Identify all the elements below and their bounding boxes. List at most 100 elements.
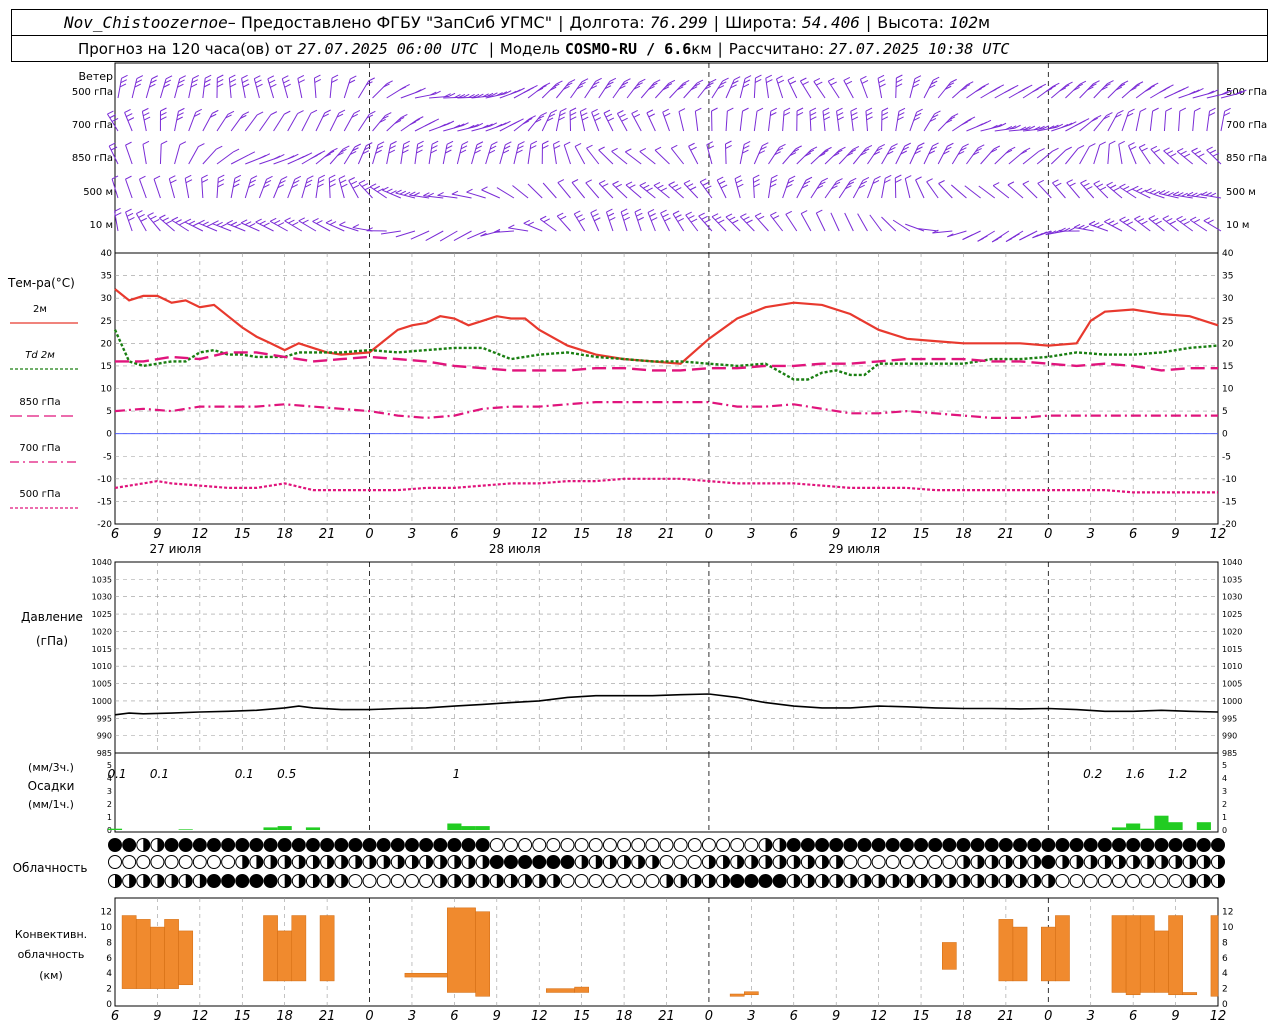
wind-barb-feather	[662, 108, 669, 113]
wind-barb-feather	[266, 175, 273, 180]
wind-barb-feather	[1126, 221, 1134, 226]
temp-tick-left: 15	[101, 362, 112, 372]
wind-barb-feather	[241, 74, 248, 79]
wind-barb-feather	[740, 213, 747, 218]
wind-barb-feather	[461, 141, 469, 146]
cloud-symbol	[673, 838, 688, 852]
cloud-symbol	[489, 838, 504, 852]
wind-barb-feather	[509, 122, 516, 127]
x-tick-label: 12	[1210, 527, 1227, 542]
wind-barb-feather	[1093, 80, 1100, 85]
cloud-symbol	[1168, 838, 1183, 852]
wind-barb	[653, 185, 670, 199]
wind-barb	[1022, 183, 1038, 199]
wind-barb-feather	[254, 75, 261, 80]
wind-barb-feather	[711, 213, 719, 218]
wind-barb-feather	[179, 221, 186, 226]
wind-barb-feather	[866, 111, 873, 116]
cloud-symbol	[376, 838, 391, 852]
wind-barb	[785, 214, 798, 232]
cloud-symbol	[673, 855, 688, 869]
cloud-symbol-half	[482, 874, 490, 888]
wind-barb-feather	[291, 221, 299, 226]
wind-barb	[1149, 111, 1154, 132]
pressure-tick-left: 1040	[92, 558, 112, 567]
wind-barb	[1107, 144, 1110, 165]
precip-3h-label: 1	[453, 767, 461, 781]
precip-bar	[1154, 815, 1169, 830]
convective-cloud-panel: 0 0 2 2 4 4 6 6 8 8 10 10 12 12 Конвективн. облачность (…	[15, 897, 1234, 1024]
pressure-tick-left: 1020	[92, 627, 112, 636]
wind-barb-feather	[165, 220, 173, 225]
wind-barb-feather	[1176, 147, 1184, 152]
wind-barb	[937, 146, 948, 165]
wind-barb	[273, 179, 282, 199]
wind-barb-feather	[140, 217, 147, 222]
cloud-symbol-half	[1161, 855, 1168, 869]
wind-barb-feather	[570, 116, 577, 121]
wind-barb-feather	[699, 178, 707, 183]
cloud-symbol-half	[525, 874, 532, 888]
wind-barb-feather	[633, 113, 641, 118]
wind-barb-feather	[607, 117, 615, 122]
wind-barb	[481, 189, 501, 199]
wind-barb-feather	[615, 183, 622, 188]
x-tick-label: 18	[955, 527, 972, 542]
x-tick-label: 3	[1087, 527, 1095, 542]
x-tick-label: 21	[319, 1009, 336, 1024]
conv-tick-left: 10	[101, 923, 113, 933]
wind-barb-feather	[765, 74, 772, 79]
cloud-symbol	[263, 838, 278, 852]
precipitation-panel: 0 01 12 23 34 45 5(мм/3ч.)Осадки(мм/1ч.)0.1 0.1…	[28, 752, 1227, 835]
cloud-symbol	[730, 874, 745, 888]
wind-level-left: 500 гПа	[72, 87, 113, 98]
temp-tick-right: 20	[1222, 339, 1234, 349]
wind-barb-feather	[268, 79, 276, 84]
temp-tick-left: 35	[101, 272, 112, 282]
cloud-symbol	[588, 838, 603, 852]
wind-barb-feather	[1099, 141, 1106, 146]
x-tick-label: 3	[1087, 1009, 1095, 1024]
wind-barb	[992, 185, 1010, 199]
wind-barb-feather	[668, 79, 676, 84]
wind-barb-feather	[578, 217, 586, 222]
wind-barb	[881, 178, 886, 199]
wind-barb	[1066, 182, 1080, 199]
wind-barb-feather	[325, 219, 333, 224]
wind-barb-feather	[1004, 89, 1011, 94]
pressure-tick-right: 1010	[1222, 662, 1242, 671]
wind-barb	[188, 146, 199, 165]
cloud-symbol	[518, 838, 533, 852]
precip-3h-label: 0.2	[1083, 767, 1102, 781]
wind-barb-feather	[686, 183, 694, 188]
wind-barb-feather	[139, 175, 146, 180]
wind-barb-feather	[800, 210, 808, 214]
wind-barb-feather	[314, 78, 321, 83]
wind-barb	[1121, 111, 1130, 132]
wind-barb	[125, 178, 133, 199]
wind-barb-feather	[1176, 215, 1183, 220]
wind-barb-feather	[1224, 107, 1231, 112]
cloud-symbol	[1140, 838, 1155, 852]
wind-barb	[142, 144, 147, 165]
wind-barb-feather	[557, 179, 565, 183]
wind-barb	[612, 183, 628, 199]
cloud-symbol-half	[242, 855, 249, 869]
wind-barb	[258, 179, 268, 199]
wind-barb-feather	[769, 183, 777, 188]
cloud-symbol-half	[468, 874, 476, 888]
conv-cloud-bar	[404, 972, 448, 978]
cloud-symbol	[914, 838, 929, 852]
cloud-symbol	[390, 838, 405, 852]
wind-barb-feather	[1141, 147, 1148, 152]
wind-barb-feather	[881, 111, 889, 116]
wind-barb-feather	[1165, 107, 1173, 112]
cloud-symbol-half	[1062, 855, 1069, 869]
wind-barb	[654, 149, 670, 165]
cloud-symbol-half	[185, 874, 193, 888]
cloud-symbol-half	[298, 874, 306, 888]
wind-barb-feather	[385, 112, 392, 117]
wind-barb-feather	[395, 189, 402, 194]
cloud-symbol	[602, 874, 617, 888]
cloud-symbol-half	[327, 874, 334, 888]
